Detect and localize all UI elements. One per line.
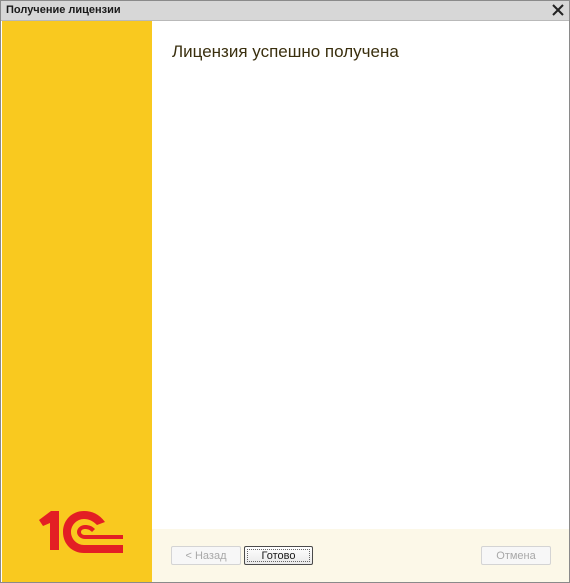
done-button[interactable]: Готово — [244, 546, 313, 565]
close-icon[interactable] — [549, 2, 567, 19]
back-button[interactable]: < Назад — [171, 546, 241, 565]
title-bar: Получение лицензии — [1, 1, 569, 21]
page-title: Лицензия успешно получена — [172, 42, 399, 61]
sidebar-banner — [2, 21, 152, 582]
done-button-label: Готово — [247, 549, 310, 562]
content-area: Лицензия успешно получена — [152, 21, 569, 529]
button-bar: < Назад Готово Отмена — [152, 529, 569, 582]
1c-logo-icon — [39, 511, 123, 553]
window-title: Получение лицензии — [6, 4, 121, 16]
license-dialog: Получение лицензии Лицензия успешно полу… — [0, 0, 570, 583]
cancel-button[interactable]: Отмена — [481, 546, 551, 565]
